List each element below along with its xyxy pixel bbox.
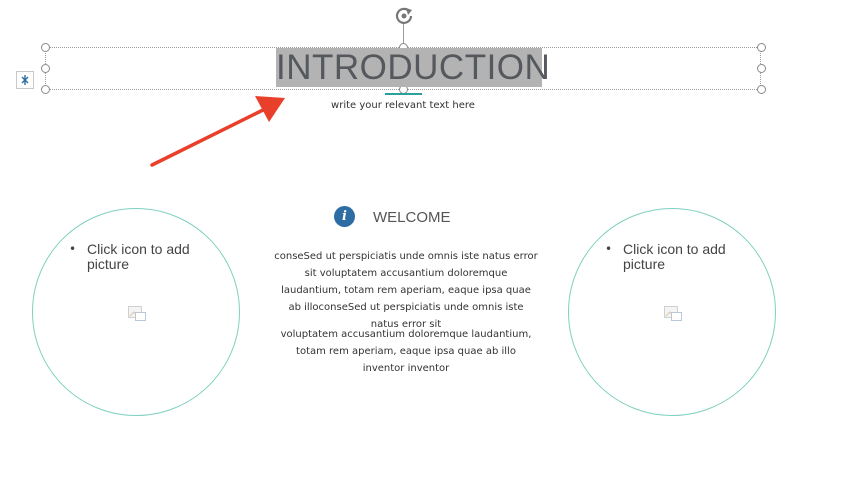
slide-title[interactable]: INTRODUCTION (276, 48, 550, 87)
text-caret-underline (385, 93, 422, 95)
welcome-heading[interactable]: WELCOME (373, 209, 451, 226)
annotation-arrow (150, 96, 285, 167)
rotate-icon (395, 7, 413, 24)
resize-handle-bottom-right[interactable] (757, 85, 766, 94)
resize-handle-top-right[interactable] (757, 43, 766, 52)
bullet-marker: • (605, 242, 613, 256)
layout-options-icon (21, 75, 29, 85)
resize-handle-right[interactable] (757, 64, 766, 73)
picture-icon[interactable] (128, 306, 146, 322)
body-paragraph-1[interactable]: conseSed ut perspiciatis unde omnis iste… (274, 248, 538, 333)
rotate-handle[interactable] (393, 5, 415, 27)
picture-placeholder-right-label: Click icon to add picture (623, 241, 726, 272)
resize-handle-left[interactable] (41, 64, 50, 73)
body-paragraph-2[interactable]: voluptatem accusantium doloremque laudan… (274, 326, 538, 377)
picture-placeholder-left-label: Click icon to add picture (87, 241, 190, 272)
picture-icon[interactable] (664, 306, 682, 322)
layout-options-button[interactable] (16, 71, 34, 89)
info-icon: i (334, 206, 355, 227)
slide-subtitle[interactable]: write your relevant text here (300, 100, 506, 111)
resize-handle-top-left[interactable] (41, 43, 50, 52)
bullet-marker: • (69, 242, 77, 256)
resize-handle-bottom-left[interactable] (41, 85, 50, 94)
